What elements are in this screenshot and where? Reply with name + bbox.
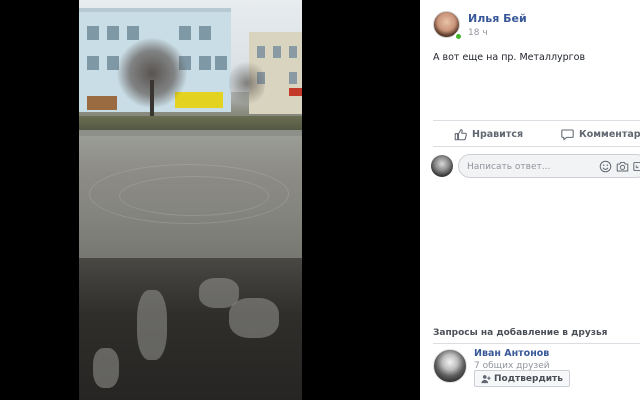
speech-bubble-icon [561, 129, 574, 140]
reply-box[interactable] [458, 154, 640, 178]
divider [433, 120, 640, 121]
smiley-icon[interactable] [599, 160, 612, 173]
friend-request-avatar[interactable] [433, 349, 467, 383]
post-panel: Илья Бей 18 ч А вот еще на пр. Металлург… [420, 0, 640, 400]
like-button[interactable]: Нравится [454, 126, 523, 142]
add-friend-icon [481, 374, 491, 383]
divider [433, 146, 640, 147]
thumbs-up-icon [454, 128, 467, 140]
flooded-road [79, 136, 302, 266]
mud-ground [79, 258, 302, 400]
comment-button[interactable]: Комментарий [561, 126, 640, 142]
confirm-friend-button[interactable]: Подтвердить [474, 370, 570, 387]
friend-request-name[interactable]: Иван Антонов [474, 348, 549, 359]
friend-requests-title: Запросы на добавление в друзья [433, 328, 608, 338]
post-timestamp[interactable]: 18 ч [468, 28, 488, 38]
media-viewer [0, 0, 420, 400]
divider [433, 343, 640, 344]
gif-icon[interactable] [633, 160, 640, 173]
like-label: Нравится [472, 128, 524, 140]
camera-icon[interactable] [616, 160, 629, 173]
author-name[interactable]: Илья Бей [468, 12, 527, 25]
post-text: А вот еще на пр. Металлургов [433, 52, 586, 63]
video-frame[interactable] [79, 0, 302, 400]
current-user-avatar[interactable] [431, 155, 453, 177]
online-status-icon [454, 32, 463, 41]
confirm-label: Подтвердить [494, 373, 563, 384]
comment-label: Комментарий [579, 128, 640, 140]
reply-input[interactable] [467, 160, 587, 174]
